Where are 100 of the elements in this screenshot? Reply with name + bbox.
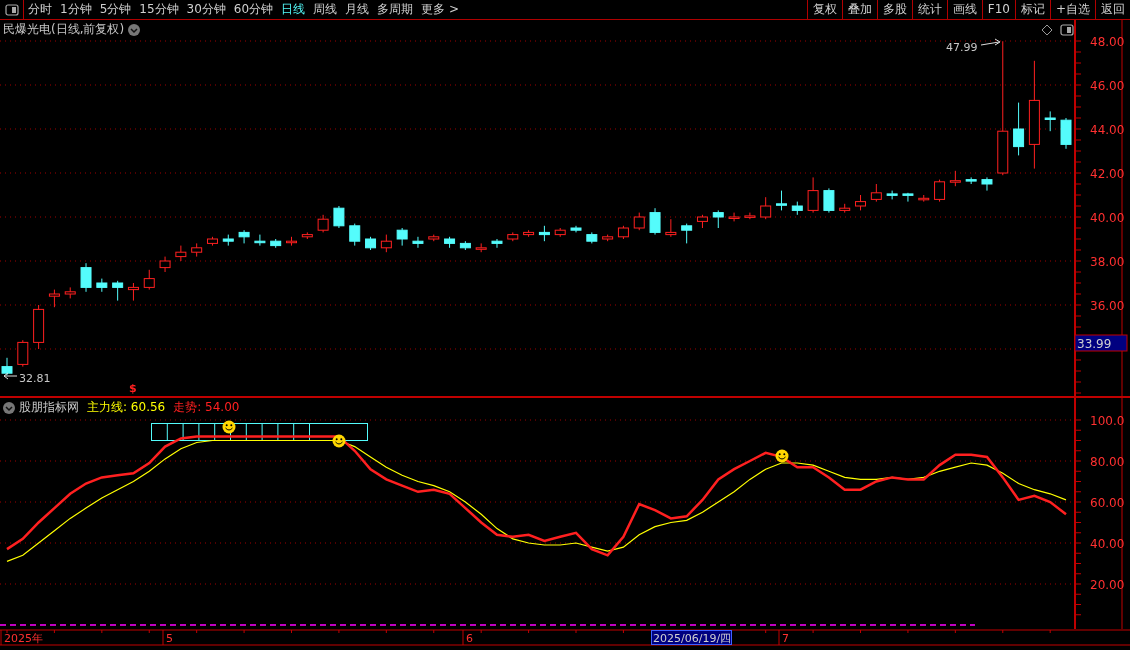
toolbar-button[interactable]: +自选 (1049, 0, 1095, 19)
panel-toggle-icon[interactable] (4, 3, 19, 16)
axis-label: 36.00 (1090, 299, 1125, 313)
diamond-icon[interactable] (1041, 24, 1053, 36)
toolbar-button[interactable]: 叠加 (841, 0, 877, 19)
candlestick (48, 289, 60, 308)
candlestick (222, 234, 234, 247)
candlestick (807, 176, 819, 214)
candlestick (238, 229, 250, 244)
period-tab[interactable]: 月线 (341, 0, 374, 19)
dropdown-icon[interactable] (128, 23, 141, 36)
candlestick (33, 304, 45, 350)
candlestick (428, 234, 440, 242)
candlestick (665, 218, 677, 238)
axis-label: 40.00 (1090, 537, 1125, 551)
axis-label: 40.00 (1090, 211, 1125, 225)
candlestick (380, 234, 392, 253)
candlestick (1060, 117, 1072, 150)
arrow-icon (3, 372, 18, 380)
axis-label: 42.00 (1090, 167, 1125, 181)
candlestick (949, 170, 961, 187)
candlestick (349, 223, 361, 247)
period-tab[interactable]: 15分钟 (135, 0, 183, 19)
axis-label: 38.00 (1090, 255, 1125, 269)
candlestick (981, 176, 993, 192)
axis-label: 100.0 (1090, 414, 1125, 428)
period-tab[interactable]: 分时 (24, 0, 56, 19)
candlestick (760, 196, 772, 220)
candlestick (491, 238, 503, 249)
candlestick (602, 234, 614, 242)
candlestick (333, 205, 345, 229)
price-label: 47.99 (946, 41, 978, 54)
dropdown-icon[interactable] (3, 401, 15, 414)
candlestick (17, 339, 29, 368)
date-cursor-label: 2025/06/19/四 (651, 630, 732, 645)
candlestick (507, 231, 519, 242)
toolbar-button[interactable]: 画线 (946, 0, 982, 19)
toolbar-button[interactable]: 标记 (1014, 0, 1050, 19)
candlestick (286, 236, 297, 247)
period-tab[interactable]: 更多 > (417, 0, 463, 19)
toolbar-button[interactable]: 统计 (911, 0, 947, 19)
indicator-name: 股朋指标网 (19, 400, 79, 415)
candlestick (902, 192, 914, 203)
candlestick (270, 238, 282, 249)
candlestick (96, 278, 108, 293)
toolbar-button[interactable]: F10 (981, 0, 1015, 19)
period-tab[interactable]: 周线 (309, 0, 342, 19)
candlestick (633, 212, 645, 231)
candlestick (681, 223, 693, 244)
axis-label: 80.00 (1090, 455, 1125, 469)
axis-label: 60.00 (1090, 496, 1125, 510)
candlestick (538, 225, 550, 242)
indicator-readout: 主力线: 60.56 (87, 400, 166, 415)
candlestick (855, 194, 866, 211)
panel-toggle-icon[interactable] (1060, 24, 1074, 36)
candlestick (80, 262, 92, 293)
candlestick (776, 190, 787, 211)
period-tab[interactable]: 60分钟 (229, 0, 278, 19)
candlestick (159, 256, 171, 273)
candlestick (254, 234, 266, 247)
candlestick (934, 179, 946, 203)
toolbar-button[interactable]: 复权 (806, 0, 842, 19)
candlestick (459, 240, 471, 251)
candlestick (617, 225, 629, 240)
candlestick (1013, 102, 1025, 156)
toolbar-button[interactable]: 返回 (1095, 0, 1130, 19)
smiley-icon (332, 434, 346, 448)
candlestick (475, 242, 487, 253)
candlestick (570, 225, 582, 233)
period-tab[interactable]: 日线 (277, 0, 310, 19)
period-tab[interactable]: 30分钟 (182, 0, 230, 19)
signal-marker: $ (129, 382, 137, 395)
axis-label: 44.00 (1090, 123, 1125, 137)
smiley-icon (775, 449, 789, 463)
period-tab[interactable]: 1分钟 (56, 0, 96, 19)
candlestick (791, 201, 803, 216)
smiley-icon (222, 420, 236, 434)
candlestick (823, 187, 835, 214)
axis-label: 7 (782, 632, 789, 645)
candlestick (191, 242, 203, 258)
toolbar-button[interactable]: 多股 (876, 0, 912, 19)
candlestick (365, 236, 377, 251)
chart-title: 民爆光电(日线,前复权) (3, 22, 125, 37)
period-tab[interactable]: 多周期 (373, 0, 418, 19)
candlestick (649, 207, 661, 236)
period-tab[interactable]: 5分钟 (95, 0, 136, 19)
candlestick (586, 231, 598, 244)
candlestick (444, 236, 456, 249)
candlestick (839, 203, 851, 214)
candlestick (112, 280, 124, 302)
axis-label: 20.00 (1090, 578, 1125, 592)
axis-label: 2025年 (4, 632, 43, 645)
axis-label: 5 (166, 632, 173, 645)
candlestick (554, 227, 566, 238)
candlestick (886, 190, 898, 200)
indicator-readout: 走势: 54.00 (173, 400, 240, 415)
candlestick (1, 357, 13, 376)
candlestick (412, 236, 424, 249)
candlestick (175, 245, 187, 262)
candlestick (870, 183, 882, 203)
